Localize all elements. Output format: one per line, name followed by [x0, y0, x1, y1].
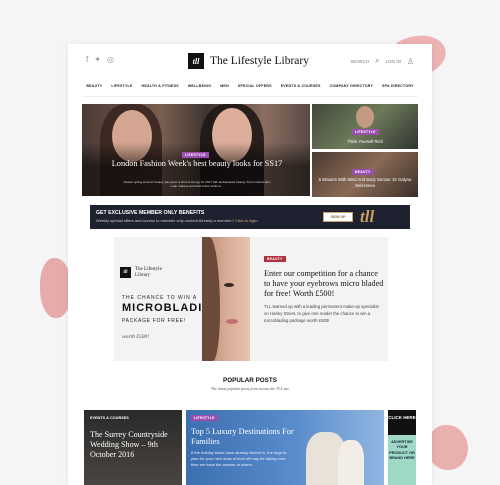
top-bar: f ✦ ◎ tll The Lifestyle Library SEARCH ⌕… [68, 50, 432, 72]
popular-card-2[interactable]: LIFESTYLE Top 5 Luxury Destinations For … [186, 410, 384, 485]
logo-mark: tll [188, 53, 204, 69]
instagram-icon[interactable]: ◎ [107, 55, 114, 64]
login-link[interactable]: LOG IN [386, 59, 401, 64]
promo-model-lips [226, 319, 238, 324]
nav-item-health-fitness[interactable]: HEALTH & FITNESS [142, 84, 179, 88]
side-article-2-title[interactable]: 5 Minutes With Mind And Body Genius: Dr … [316, 177, 414, 188]
hero-description: Classic spring summer beauty was given a… [123, 180, 271, 188]
nav-item-lifestyle[interactable]: LIFESTYLE [111, 84, 132, 88]
nav-item-beauty[interactable]: BEAUTY [86, 84, 102, 88]
side-article-1-title[interactable]: Think Yourself Rich [316, 139, 414, 144]
promo-text: BEAUTY Enter our competition for a chanc… [264, 247, 384, 324]
promo-logo-text: The Lifestyle Library [135, 267, 162, 278]
promo-logo-text-line1: The Lifestyle [135, 267, 162, 272]
competition-promo[interactable]: tll The Lifestyle Library THE CHANCE TO … [114, 237, 388, 361]
promo-logo-text-line2: Library [135, 272, 150, 278]
popular-card-2-body: If the holiday blues have already kicked… [191, 450, 287, 467]
promo-body: TLL teamed up with a leading permanent m… [264, 304, 379, 323]
promo-logo: tll The Lifestyle Library [120, 267, 162, 278]
popular-card-2-image-person-2 [338, 440, 364, 485]
nav-divider [82, 96, 418, 97]
side-article-1-image [356, 106, 374, 128]
hero-tag[interactable]: LIFESTYLE [182, 152, 209, 158]
nav-item-events-courses[interactable]: EVENTS & COURSES [281, 84, 321, 88]
twitter-icon[interactable]: ✦ [94, 55, 101, 64]
side-article-2-tag[interactable]: BEAUTY [352, 169, 374, 175]
promo-tag[interactable]: BEAUTY [264, 256, 286, 262]
social-links: f ✦ ◎ [86, 55, 114, 64]
member-banner-sub-text: Weekly special offers and access to memb… [96, 218, 234, 223]
popular-card-1-label[interactable]: EVENTS & COURSES [90, 416, 129, 420]
user-icon[interactable]: ♙ [407, 57, 414, 66]
ad-advertise-text[interactable]: ADVERTISE YOUR PRODUCT OR BRAND HERE [388, 435, 416, 485]
ad-click-here[interactable]: CLICK HERE [388, 410, 416, 435]
popular-card-1[interactable]: EVENTS & COURSES The Surrey Countryside … [84, 410, 182, 485]
promo-logo-mark: tll [120, 267, 131, 278]
search-icon[interactable]: ⌕ [375, 56, 379, 66]
promo-worth: worth £500! [122, 334, 150, 340]
utility-links: SEARCH ⌕ LOG IN ♙ [350, 56, 414, 66]
login-link-banner[interactable]: Click to login. [235, 218, 259, 223]
popular-card-1-title[interactable]: The Surrey Countryside Wedding Show – 9t… [90, 430, 178, 460]
search-link[interactable]: SEARCH [350, 59, 369, 64]
logo-text: The Lifestyle Library [210, 55, 309, 67]
promo-model-image [202, 237, 250, 361]
member-banner-heading: GET EXCLUSIVE MEMBER ONLY BENEFITS [96, 210, 205, 216]
nav-item-special-offers[interactable]: SPECIAL OFFERS [238, 84, 272, 88]
nav-item-wellbeing[interactable]: WELLBEING [188, 84, 211, 88]
side-article-1[interactable]: LIFESTYLE Think Yourself Rich [312, 104, 418, 149]
popular-posts-subtitle: The latest popular posts from across the… [210, 386, 290, 391]
side-article-1-tag[interactable]: LIFESTYLE [352, 129, 379, 135]
nav-item-men[interactable]: MEN [220, 84, 229, 88]
promo-chance: THE CHANCE TO WIN A [122, 295, 198, 301]
web-page: f ✦ ◎ tll The Lifestyle Library SEARCH ⌕… [68, 44, 432, 485]
nav-item-spa-directory[interactable]: SPA DIRECTORY [382, 84, 414, 88]
side-article-2[interactable]: BEAUTY 5 Minutes With Mind And Body Geni… [312, 152, 418, 197]
nav-item-company-directory[interactable]: COMPANY DIRECTORY [330, 84, 373, 88]
popular-posts-title: POPULAR POSTS [223, 377, 277, 384]
site-logo[interactable]: tll The Lifestyle Library [188, 53, 309, 69]
promo-headline[interactable]: Enter our competition for a chance to ha… [264, 269, 384, 299]
hero-title[interactable]: London Fashion Week's best beauty looks … [102, 159, 292, 168]
main-nav: BEAUTY LIFESTYLE HEALTH & FITNESS WELLBE… [68, 84, 432, 88]
promo-model-hair [202, 237, 220, 361]
popular-card-2-tag[interactable]: LIFESTYLE [191, 415, 218, 421]
tll-mark: tll [360, 207, 375, 226]
facebook-icon[interactable]: f [86, 55, 88, 64]
member-banner-sub: Weekly special offers and access to memb… [96, 218, 259, 223]
promo-panel: tll The Lifestyle Library THE CHANCE TO … [114, 237, 220, 361]
hero-article[interactable]: LIFESTYLE London Fashion Week's best bea… [82, 104, 310, 196]
member-banner: GET EXCLUSIVE MEMBER ONLY BENEFITS Weekl… [90, 205, 410, 229]
advertise-box[interactable]: CLICK HERE ADVERTISE YOUR PRODUCT OR BRA… [388, 410, 416, 485]
popular-card-2-title[interactable]: Top 5 Luxury Destinations For Families [191, 427, 301, 447]
sign-up-button[interactable]: SIGN UP [323, 212, 353, 222]
promo-model-eye [224, 283, 234, 287]
promo-package: PACKAGE FOR FREE! [122, 318, 186, 324]
decorative-blob-bottom-right [428, 425, 468, 470]
